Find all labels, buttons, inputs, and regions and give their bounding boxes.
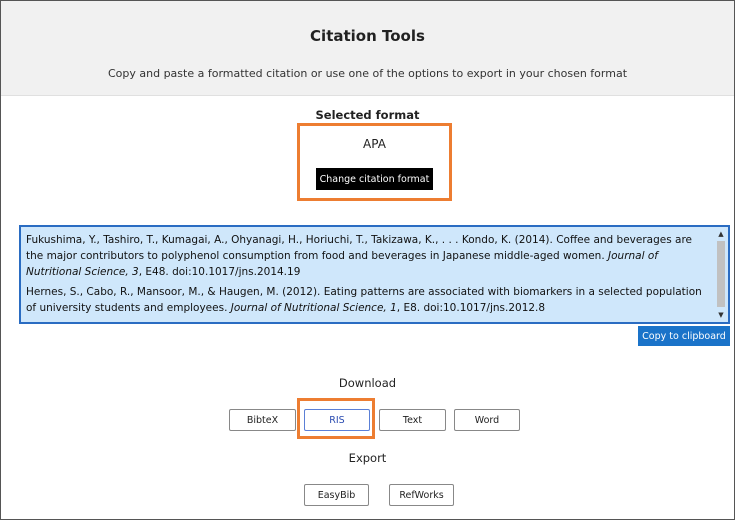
citation-entry: Hernes, S., Cabo, R., Mansoor, M., & Hau… xyxy=(26,286,702,314)
download-label: Download xyxy=(338,376,397,390)
scroll-down-arrow-icon[interactable]: ▼ xyxy=(715,310,727,320)
ris-highlight-box xyxy=(297,398,375,439)
scrollbar-thumb[interactable] xyxy=(717,241,725,307)
panel-header: Citation Tools Copy and paste a formatte… xyxy=(1,1,734,96)
copy-to-clipboard-button[interactable]: Copy to clipboard xyxy=(638,326,730,346)
selected-format-value: APA xyxy=(363,137,386,151)
citation-entry: Fukushima, Y., Tashiro, T., Kumagai, A.,… xyxy=(26,234,692,278)
download-bibtex-button[interactable]: BibteX xyxy=(229,409,296,431)
export-easybib-button[interactable]: EasyBib xyxy=(304,484,369,506)
citation-list: Fukushima, Y., Tashiro, T., Kumagai, A.,… xyxy=(26,232,712,320)
export-label: Export xyxy=(348,451,387,465)
download-text-button[interactable]: Text xyxy=(379,409,446,431)
citation-textarea[interactable]: Fukushima, Y., Tashiro, T., Kumagai, A.,… xyxy=(19,225,730,324)
citation-scrollbar[interactable]: ▲ ▼ xyxy=(715,227,727,322)
page-title: Citation Tools xyxy=(310,27,425,45)
scroll-up-arrow-icon[interactable]: ▲ xyxy=(715,229,727,239)
selected-format-label: Selected format xyxy=(315,108,420,122)
page-subtitle: Copy and paste a formatted citation or u… xyxy=(107,67,628,80)
export-refworks-button[interactable]: RefWorks xyxy=(389,484,454,506)
download-word-button[interactable]: Word xyxy=(454,409,520,431)
change-citation-format-button[interactable]: Change citation format xyxy=(316,168,433,190)
